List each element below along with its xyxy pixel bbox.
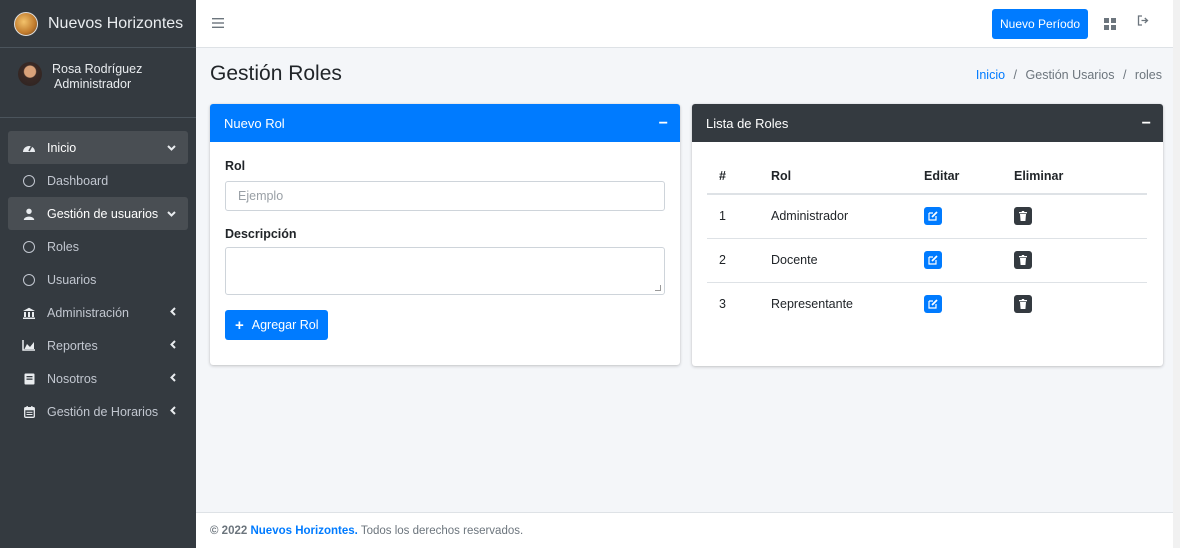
footer-copyright: © 2022: [210, 525, 248, 537]
description-textarea[interactable]: [225, 247, 665, 295]
resize-grip-icon[interactable]: [655, 285, 661, 291]
circle-outline-icon: [21, 273, 37, 286]
roles-table: # Rol Editar Eliminar 1 Administrador 2 …: [707, 158, 1147, 326]
sidebar-item-label: Roles: [47, 239, 79, 254]
breadcrumb-separator: /: [1122, 68, 1127, 82]
sidebar-item-label: Dashboard: [47, 173, 109, 188]
brand-link[interactable]: Nuevos Horizontes: [0, 0, 196, 48]
new-role-card: Nuevo Rol − Rol Descripción + Agregar Ro…: [210, 104, 680, 365]
breadcrumb-section: Gestión Usarios: [1025, 68, 1115, 82]
avatar: [18, 62, 42, 86]
footer-rights: Todos los derechos reservados.: [360, 525, 524, 537]
page-scrollbar[interactable]: [1173, 0, 1180, 548]
sidebar-item-label: Administración: [47, 305, 129, 320]
breadcrumb: Inicio / Gestión Usarios / roles: [976, 68, 1162, 82]
column-header-rol: Rol: [759, 158, 912, 195]
sidebar-item-dashboard[interactable]: Dashboard: [8, 164, 188, 197]
book-icon: [21, 373, 37, 385]
sidebar-item-label: Inicio: [47, 140, 77, 155]
roles-list-card: Lista de Roles − # Rol Editar Eliminar 1…: [692, 104, 1163, 366]
circle-outline-icon: [21, 240, 37, 253]
chart-area-icon: [21, 340, 37, 351]
chevron-left-icon: [170, 405, 176, 418]
new-role-card-header: Nuevo Rol −: [210, 104, 680, 142]
chevron-down-icon: [167, 142, 176, 154]
brand-name: Nuevos Horizontes: [48, 14, 184, 32]
trash-icon[interactable]: [1014, 207, 1032, 226]
chevron-left-icon: [170, 372, 176, 385]
edit-icon[interactable]: [924, 295, 942, 314]
description-wrapper: [225, 247, 665, 295]
row-rol: Docente: [759, 238, 912, 283]
row-rol: Representante: [771, 297, 854, 312]
sidebar-item-nosotros[interactable]: Nosotros: [8, 362, 188, 395]
roles-list-card-header: Lista de Roles −: [692, 104, 1163, 142]
row-number: 3: [719, 297, 726, 312]
chevron-left-icon: [170, 339, 176, 352]
rol-input[interactable]: [225, 181, 665, 211]
add-role-label: Agregar Rol: [251, 318, 319, 332]
sidebar-item-roles[interactable]: Roles: [8, 230, 188, 263]
breadcrumb-separator: /: [1013, 68, 1018, 82]
sidebar-item-label: Nosotros: [47, 371, 98, 386]
card-title: Nuevo Rol: [224, 115, 285, 131]
column-header-editar: Editar: [912, 158, 1002, 195]
sidebar-item-usuarios[interactable]: Usuarios: [8, 263, 188, 296]
sidebar-item-label: Reportes: [47, 338, 98, 353]
row-number: 1: [707, 194, 759, 239]
chevron-down-icon: [167, 208, 176, 220]
table-header-row: # Rol Editar Eliminar: [707, 158, 1147, 195]
logout-icon[interactable]: [1137, 15, 1150, 29]
edit-icon[interactable]: [924, 251, 942, 269]
building-icon: [21, 307, 37, 319]
sidebar: Nuevos Horizontes Rosa Rodríguez Adminis…: [0, 0, 196, 548]
row-rol: Administrador: [759, 194, 912, 239]
circle-outline-icon: [21, 174, 37, 187]
sidebar-item-label: Gestión de usuarios: [47, 206, 159, 221]
sidebar-item-gestion-horarios[interactable]: Gestión de Horarios: [8, 395, 188, 428]
dashboard-gauge-icon: [21, 142, 37, 154]
sidebar-item-inicio[interactable]: Inicio: [8, 131, 188, 164]
table-row: 3 Representante: [707, 282, 1147, 326]
add-role-button[interactable]: + Agregar Rol: [225, 310, 329, 340]
page-title: Gestión Roles: [210, 62, 342, 85]
trash-icon[interactable]: [1014, 295, 1032, 314]
row-number: 2: [707, 238, 759, 283]
table-row: 2 Docente: [707, 238, 1147, 283]
user-panel[interactable]: Rosa Rodríguez Administrador: [0, 48, 196, 118]
chevron-left-icon: [170, 306, 176, 319]
rol-label: Rol: [225, 159, 246, 173]
collapse-icon[interactable]: −: [659, 115, 668, 133]
hamburger-menu-icon[interactable]: [212, 15, 224, 33]
user-role: Administrador: [54, 77, 132, 91]
column-header-number: #: [707, 158, 759, 195]
breadcrumb-home-link[interactable]: Inicio: [976, 68, 1005, 82]
trash-icon[interactable]: [1014, 251, 1032, 269]
top-navbar: Nuevo Período: [196, 0, 1180, 48]
column-header-eliminar: Eliminar: [1002, 158, 1147, 195]
sidebar-item-label: Gestión de Horarios: [47, 404, 159, 419]
sidebar-item-reportes[interactable]: Reportes: [8, 329, 188, 362]
new-period-button[interactable]: Nuevo Período: [992, 9, 1089, 39]
sidebar-nav: Inicio Dashboard Gestión de usuarios Rol…: [0, 118, 196, 428]
sidebar-item-administracion[interactable]: Administración: [8, 296, 188, 329]
content-header: Gestión Roles Inicio / Gestión Usarios /…: [196, 48, 1180, 100]
description-label: Descripción: [225, 227, 297, 241]
plus-icon: +: [235, 316, 244, 334]
calendar-icon: [21, 405, 37, 418]
table-row: 1 Administrador: [707, 194, 1147, 239]
footer: © 2022 Nuevos Horizontes. Todos los dere…: [196, 512, 1180, 548]
footer-brand-link[interactable]: Nuevos Horizontes.: [250, 525, 357, 537]
sidebar-item-gestion-usuarios[interactable]: Gestión de usuarios: [8, 197, 188, 230]
card-title: Lista de Roles: [706, 115, 789, 131]
user-icon: [21, 208, 37, 220]
brand-logo: [14, 11, 38, 36]
breadcrumb-current: roles: [1134, 68, 1162, 82]
edit-icon[interactable]: [924, 207, 942, 226]
collapse-icon[interactable]: −: [1142, 115, 1151, 133]
apps-grid-icon[interactable]: [1104, 18, 1116, 30]
sidebar-item-label: Usuarios: [47, 272, 97, 287]
user-name: Rosa Rodríguez: [52, 62, 143, 76]
